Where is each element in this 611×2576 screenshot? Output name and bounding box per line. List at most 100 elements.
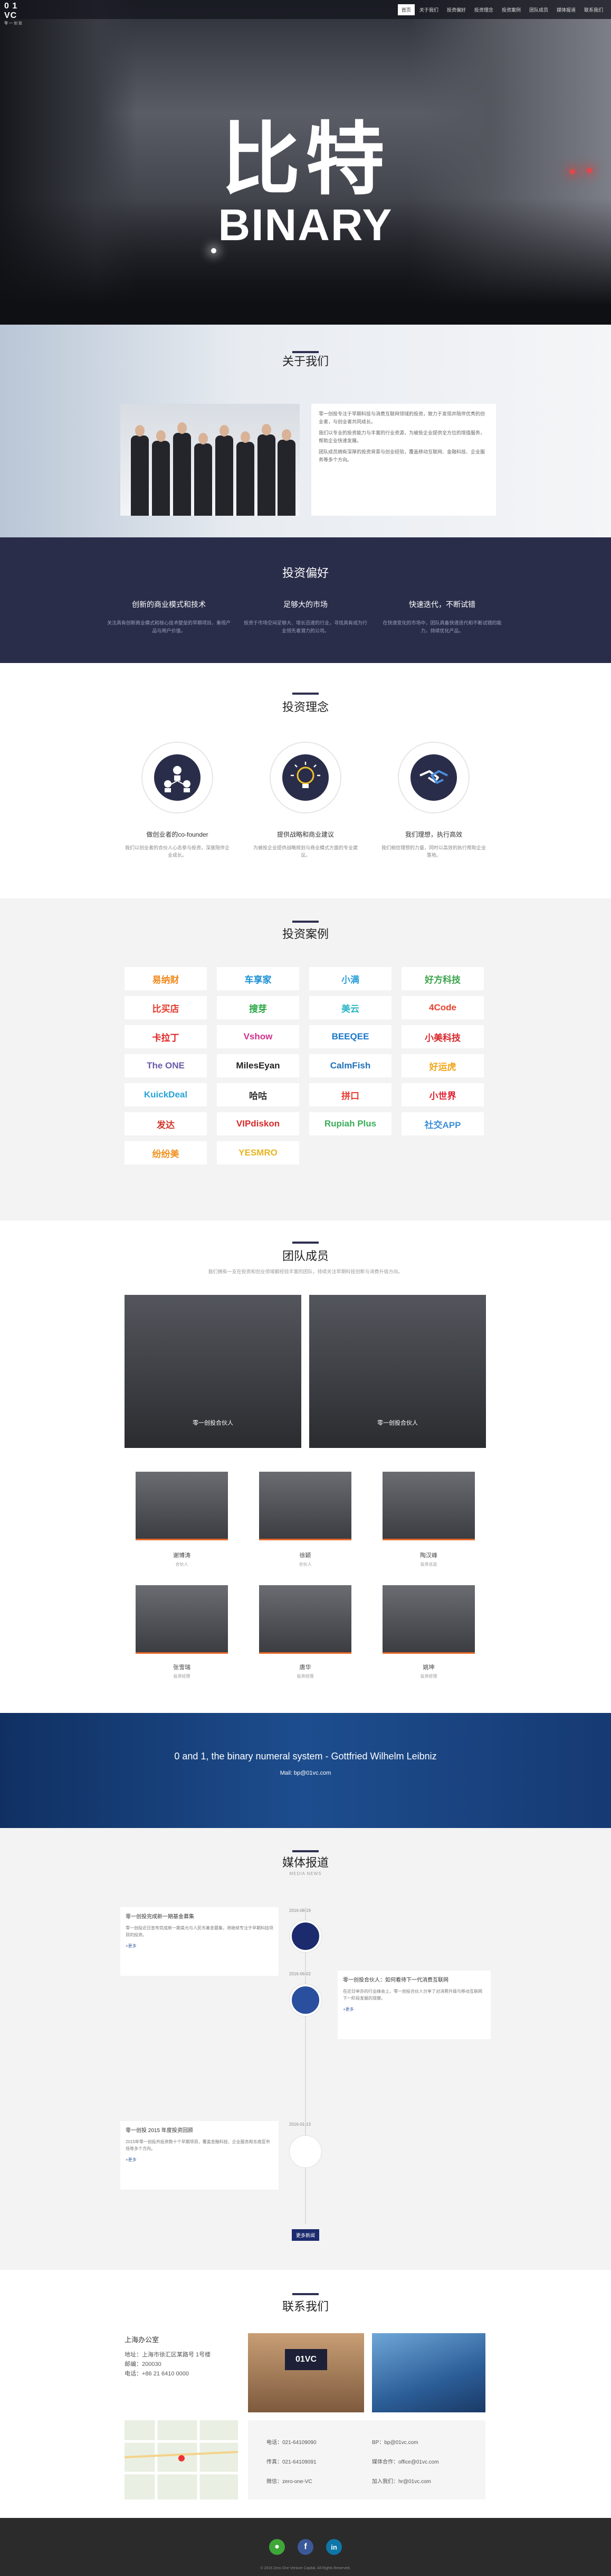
concept-circle bbox=[270, 742, 341, 813]
pref-desc: 投资于市场空间足够大、增长迅速的行业，寻找具有成为行业领先者潜力的公司。 bbox=[243, 620, 367, 633]
news-card[interactable]: 零一创投 2015 年度投资回顾 2015年零一创投共投资数十个早期项目，覆盖金… bbox=[120, 2121, 279, 2190]
nav-menu: 首页 关于我们 投资偏好 投资理念 投资案例 团队成员 媒体报道 联系我们 bbox=[397, 4, 607, 15]
hero-title-cn: 比特 bbox=[221, 114, 390, 206]
case-logo[interactable]: 小世界 bbox=[402, 1083, 484, 1106]
facebook-icon[interactable]: f bbox=[298, 2539, 313, 2555]
member-name: 谢博涛 bbox=[173, 1552, 190, 1559]
news-body: 在近日举办的行业峰会上，零一创投合伙人分享了对消费升级与移动互联网下一阶段发展的… bbox=[343, 1989, 482, 2001]
office-address: 地址：上海市徐汇区某路号 1号楼 bbox=[125, 2352, 211, 2358]
case-logo[interactable]: 搜芽 bbox=[217, 996, 299, 1019]
case-logo[interactable]: MilesEyan bbox=[217, 1054, 299, 1077]
location-map[interactable] bbox=[125, 2420, 238, 2499]
office-photo: 01VC bbox=[248, 2333, 364, 2412]
news-title: 零一创投合伙人：如何看待下一代消费互联网 bbox=[343, 1977, 448, 1983]
person bbox=[152, 441, 170, 516]
case-logo[interactable]: 小美科技 bbox=[402, 1025, 484, 1048]
office-logo-sign: 01VC bbox=[285, 2349, 327, 2370]
pref-item: 创新的商业模式和技术 关注具有创新商业模式和核心技术壁垒的早期项目，重视产品与用… bbox=[106, 599, 232, 635]
case-logo[interactable]: 哈咕 bbox=[217, 1083, 299, 1106]
wechat-icon[interactable]: ● bbox=[269, 2539, 285, 2555]
case-logo[interactable]: VIPdiskon bbox=[217, 1112, 299, 1135]
nav-item-contact[interactable]: 联系我们 bbox=[580, 4, 607, 15]
member-photo[interactable] bbox=[136, 1472, 228, 1540]
case-logo[interactable]: 小满 bbox=[309, 967, 392, 990]
logo[interactable]: 0 1 VC 零一创投 bbox=[4, 2, 33, 25]
case-logo[interactable]: 车享家 bbox=[217, 967, 299, 990]
title-bar bbox=[292, 921, 319, 923]
pref-item: 足够大的市场 投资于市场空间足够大、增长迅速的行业，寻找具有成为行业领先者潜力的… bbox=[242, 599, 369, 635]
office-zip: 邮编：200030 bbox=[125, 2361, 161, 2367]
nav-item-prefs[interactable]: 投资偏好 bbox=[443, 4, 470, 15]
concept-item-title: 提供战略和商业建议 bbox=[276, 831, 334, 838]
case-logo[interactable]: 社交APP bbox=[402, 1112, 484, 1135]
member-photo[interactable] bbox=[383, 1472, 475, 1540]
member-photo[interactable] bbox=[259, 1585, 351, 1654]
partner-photo[interactable]: 零一创投合伙人 bbox=[309, 1295, 486, 1448]
contact-row-right[interactable]: 媒体合作：office@01vc.com bbox=[372, 2457, 439, 2465]
mail-label: Mail: bbox=[280, 1770, 292, 1776]
case-logo[interactable]: The ONE bbox=[125, 1054, 207, 1077]
member-photo[interactable] bbox=[383, 1585, 475, 1654]
person-head bbox=[156, 430, 166, 442]
office-phone: 电话：+86 21 6410 0000 bbox=[125, 2371, 189, 2377]
mail-link[interactable]: bp@01vc.com bbox=[294, 1770, 331, 1776]
case-logo[interactable]: KuickDeal bbox=[125, 1083, 207, 1106]
member-name: 唐华 bbox=[299, 1664, 311, 1671]
case-logo[interactable]: 易纳财 bbox=[125, 967, 207, 990]
concept-item: 我们理想，执行高效 我们相信理想的力量，同时以高效的执行帮助企业落地。 bbox=[381, 830, 486, 859]
linkedin-icon[interactable]: in bbox=[326, 2539, 342, 2555]
lightbulb-icon bbox=[282, 754, 329, 801]
case-logo[interactable]: Rupiah Plus bbox=[309, 1112, 392, 1135]
news-more-link[interactable]: +更多 bbox=[343, 2006, 485, 2013]
nav-item-cases[interactable]: 投资案例 bbox=[498, 4, 524, 15]
case-logo[interactable]: 发达 bbox=[125, 1112, 207, 1135]
office-info: 上海办公室 地址：上海市徐汇区某路号 1号楼 邮编：200030 电话：+86 … bbox=[125, 2335, 235, 2379]
news-node bbox=[290, 1984, 321, 2016]
pref-title: 创新的商业模式和技术 bbox=[132, 600, 206, 609]
case-logo[interactable]: 4Code bbox=[402, 996, 484, 1019]
news-node bbox=[290, 1920, 321, 1952]
news-card[interactable]: 零一创投合伙人：如何看待下一代消费互联网 在近日举办的行业峰会上，零一创投合伙人… bbox=[338, 1971, 491, 2039]
contact-row-right[interactable]: BP：bp@01vc.com bbox=[372, 2438, 418, 2446]
nav-item-home[interactable]: 首页 bbox=[397, 4, 415, 15]
nav-item-about[interactable]: 关于我们 bbox=[416, 4, 442, 15]
contact-row-right[interactable]: 加入我们：hr@01vc.com bbox=[372, 2477, 431, 2485]
case-logo[interactable]: 卡拉丁 bbox=[125, 1025, 207, 1048]
nav-item-media[interactable]: 媒体报道 bbox=[553, 4, 579, 15]
case-logo[interactable]: 拼口 bbox=[309, 1083, 392, 1106]
case-logo[interactable]: BEEQEE bbox=[309, 1025, 392, 1048]
footer-copyright: © 2016 Zero One Venture Capital. All Rig… bbox=[260, 2566, 351, 2570]
nav-item-team[interactable]: 团队成员 bbox=[526, 4, 552, 15]
news-more-link[interactable]: +更多 bbox=[126, 2156, 273, 2163]
case-logo[interactable]: 纷纷美 bbox=[125, 1141, 207, 1164]
person bbox=[215, 435, 233, 516]
person bbox=[257, 434, 275, 516]
case-logo[interactable]: 美云 bbox=[309, 996, 392, 1019]
news-date: 2016-08-19 bbox=[289, 1908, 311, 1913]
concept-item-desc: 我们相信理想的力量，同时以高效的执行帮助企业落地。 bbox=[381, 845, 486, 858]
building-photo bbox=[372, 2333, 485, 2412]
pref-title: 快速迭代，不断试错 bbox=[409, 600, 475, 609]
partner-photo[interactable]: 零一创投合伙人 bbox=[125, 1295, 301, 1448]
case-logo[interactable]: 好方科技 bbox=[402, 967, 484, 990]
top-nav: 0 1 VC 零一创投 首页 关于我们 投资偏好 投资理念 投资案例 团队成员 … bbox=[0, 0, 611, 25]
news-card[interactable]: 零一创投完成新一期基金募集 零一创投近日宣布完成新一期美元与人民币基金募集，将继… bbox=[120, 1907, 279, 1976]
case-logo[interactable]: 比买店 bbox=[125, 996, 207, 1019]
nav-item-concept[interactable]: 投资理念 bbox=[471, 4, 497, 15]
case-logo[interactable]: YESMRO bbox=[217, 1141, 299, 1164]
about-text-card: 零一创投专注于早期科技与消费互联网领域的投资，致力于发现并陪伴优秀的创业者，与创… bbox=[311, 404, 496, 516]
pref-desc: 在快速变化的市场中，团队具备快速迭代和不断试错的能力，持续优化产品。 bbox=[383, 620, 502, 633]
member-photo[interactable] bbox=[259, 1472, 351, 1540]
member-role: 投资总监 bbox=[420, 1562, 437, 1567]
case-logo[interactable]: 好运虎 bbox=[402, 1054, 484, 1077]
more-news-button[interactable]: 更多新闻 bbox=[292, 2229, 319, 2241]
contact-title: 联系我们 bbox=[282, 2300, 329, 2313]
case-logo[interactable]: CalmFish bbox=[309, 1054, 392, 1077]
timeline-line bbox=[305, 1907, 306, 2224]
news-more-link[interactable]: +更多 bbox=[126, 1943, 273, 1949]
member-role: 合伙人 bbox=[175, 1562, 188, 1567]
member-photo[interactable] bbox=[136, 1585, 228, 1654]
case-logo[interactable]: Vshow bbox=[217, 1025, 299, 1048]
contact-row-left: 电话：021-64109090 bbox=[266, 2440, 317, 2446]
concept-item: 做创业者的co-founder 我们以创业者的合伙人心态参与投资，深度陪伴企业成… bbox=[125, 830, 230, 859]
